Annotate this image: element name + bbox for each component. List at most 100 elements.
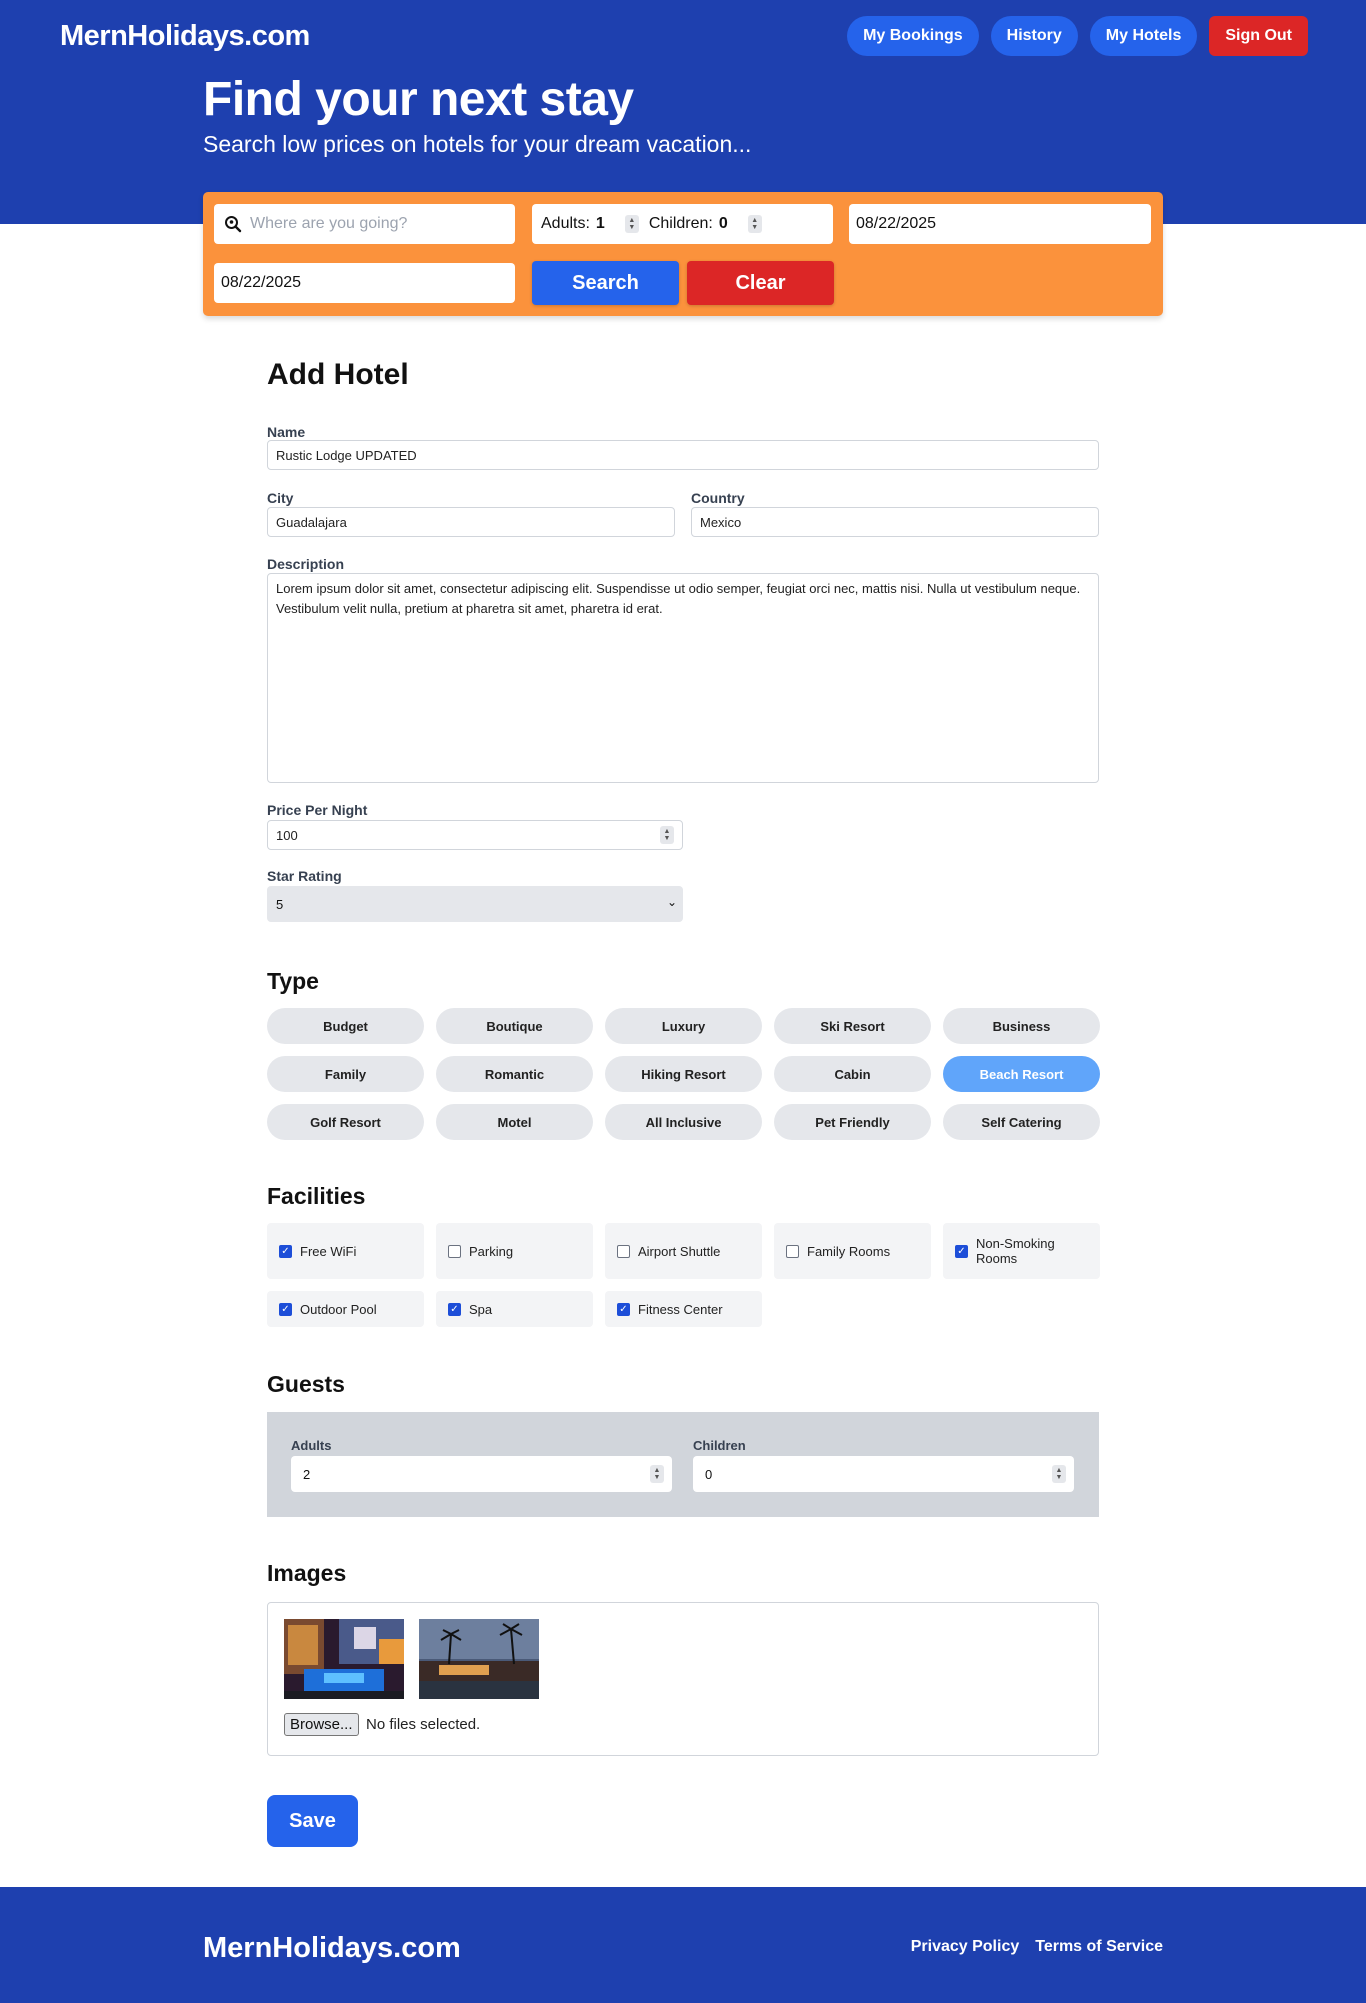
type-chip[interactable]: Self Catering [943, 1104, 1100, 1140]
type-chip[interactable]: Romantic [436, 1056, 593, 1092]
star-rating-value: 5 [276, 896, 284, 912]
facility-option[interactable]: ✓ Fitness Center [605, 1291, 762, 1327]
sign-out-button[interactable]: Sign Out [1209, 16, 1308, 56]
type-chip[interactable]: Cabin [774, 1056, 931, 1092]
clear-button[interactable]: Clear [687, 261, 834, 305]
country-input[interactable]: Mexico [691, 507, 1099, 537]
check-in-date-input[interactable]: 08/22/2025 [849, 204, 1151, 244]
adults-count[interactable]: 1 [596, 215, 605, 233]
star-rating-select[interactable]: 5 ⌄ [267, 886, 683, 922]
chevron-down-icon: ⌄ [666, 895, 677, 909]
footer-logo: MernHolidays.com [203, 1932, 461, 1964]
facility-label: Family Rooms [807, 1243, 891, 1259]
guests-adults-stepper[interactable]: ▲ ▼ [650, 1465, 664, 1483]
facility-label: Parking [469, 1243, 514, 1259]
type-chip[interactable]: Golf Resort [267, 1104, 424, 1140]
facility-label: Non-Smoking Rooms [976, 1236, 1055, 1266]
save-button[interactable]: Save [267, 1795, 358, 1847]
description-label: Description [267, 556, 345, 572]
hotel-image-pool [284, 1619, 404, 1699]
guests-children-label: Children [693, 1438, 746, 1453]
browse-button[interactable]: Browse... [284, 1713, 359, 1736]
star-rating-label: Star Rating [267, 868, 342, 884]
type-chip[interactable]: Budget [267, 1008, 424, 1044]
type-chip[interactable]: Beach Resort [943, 1056, 1100, 1092]
history-button[interactable]: History [990, 16, 1078, 56]
country-label: Country [691, 490, 745, 506]
price-label: Price Per Night [267, 802, 368, 818]
check-out-date-input[interactable]: 08/22/2025 [214, 263, 515, 303]
facility-option[interactable]: ✓ Free WiFi [267, 1223, 424, 1279]
city-input[interactable]: Guadalajara [267, 507, 675, 537]
facility-checkbox[interactable] [448, 1244, 461, 1258]
search-location-icon [225, 216, 242, 233]
destination-input[interactable] [250, 215, 500, 233]
city-label: City [267, 490, 294, 506]
facility-option[interactable]: ✓ Non-Smoking Rooms [943, 1223, 1100, 1279]
type-chip[interactable]: Luxury [605, 1008, 762, 1044]
facility-checkbox[interactable] [786, 1244, 799, 1258]
facility-label: Fitness Center [638, 1301, 723, 1317]
destination-field [214, 204, 515, 244]
type-chip[interactable]: Business [943, 1008, 1100, 1044]
hero-title: Find your next stay [203, 73, 634, 126]
facility-checkbox[interactable]: ✓ [448, 1302, 461, 1316]
facility-checkbox[interactable]: ✓ [279, 1302, 292, 1316]
guests-heading: Guests [267, 1371, 345, 1397]
facility-option[interactable]: Family Rooms [774, 1223, 931, 1279]
facility-checkbox[interactable]: ✓ [955, 1244, 968, 1258]
search-bar: Adults: 1 ▲▼ Children: 0 ▲▼ 08/22/2025 0… [203, 192, 1163, 316]
children-count[interactable]: 0 [719, 215, 728, 233]
name-label: Name [267, 424, 306, 440]
site-logo[interactable]: MernHolidays.com [60, 20, 310, 53]
facility-label: Spa [469, 1301, 493, 1317]
facility-option[interactable]: Airport Shuttle [605, 1223, 762, 1279]
facility-label: Outdoor Pool [300, 1301, 377, 1317]
facility-option[interactable]: ✓ Outdoor Pool [267, 1291, 424, 1327]
guests-adults-value: 2 [303, 1466, 311, 1482]
top-nav: My Bookings History My Hotels Sign Out [847, 16, 1308, 56]
type-chip[interactable]: All Inclusive [605, 1104, 762, 1140]
name-input[interactable]: Rustic Lodge UPDATED [267, 440, 1099, 470]
file-status-text: No files selected. [366, 1716, 481, 1733]
facility-label: Free WiFi [300, 1243, 357, 1259]
type-chip[interactable]: Boutique [436, 1008, 593, 1044]
facility-checkbox[interactable]: ✓ [279, 1244, 292, 1258]
type-heading: Type [267, 968, 319, 994]
price-value: 100 [276, 827, 298, 843]
guest-count-field: Adults: 1 ▲ ▼ Children: 0 ▲ ▼ [532, 204, 833, 244]
images-heading: Images [267, 1560, 347, 1586]
type-chip[interactable]: Hiking Resort [605, 1056, 762, 1092]
children-stepper[interactable]: ▲ ▼ [747, 215, 762, 233]
hero-banner: MernHolidays.com My Bookings History My … [0, 0, 1366, 224]
my-bookings-button[interactable]: My Bookings [847, 16, 979, 56]
terms-of-service-link[interactable]: Terms of Service [1035, 1938, 1163, 1956]
footer-links: Privacy Policy Terms of Service [911, 1938, 1163, 1956]
type-chip[interactable]: Ski Resort [774, 1008, 931, 1044]
type-chip[interactable]: Family [267, 1056, 424, 1092]
adults-stepper[interactable]: ▲ ▼ [624, 215, 639, 233]
hotel-image-resort [419, 1619, 539, 1699]
facility-checkbox[interactable] [617, 1244, 630, 1258]
facility-option[interactable]: ✓ Spa [436, 1291, 593, 1327]
price-input[interactable]: 100 ▲ ▼ [267, 820, 683, 850]
guests-adults-label: Adults [291, 1438, 332, 1453]
guests-children-input[interactable]: 0 ▲ ▼ [693, 1456, 1074, 1492]
privacy-policy-link[interactable]: Privacy Policy [911, 1938, 1020, 1956]
footer: MernHolidays.com Privacy Policy Terms of… [0, 1887, 1366, 2003]
facility-option[interactable]: Parking [436, 1223, 593, 1279]
facility-checkbox[interactable]: ✓ [617, 1302, 630, 1316]
guests-children-stepper[interactable]: ▲ ▼ [1052, 1465, 1066, 1483]
description-textarea[interactable]: Lorem ipsum dolor sit amet, consectetur … [267, 573, 1099, 783]
facilities-heading: Facilities [267, 1183, 366, 1209]
facility-label: Airport Shuttle [638, 1243, 721, 1259]
search-button[interactable]: Search [532, 261, 679, 305]
adults-label: Adults: [541, 215, 590, 232]
price-stepper[interactable]: ▲ ▼ [660, 826, 674, 844]
images-panel: Browse... No files selected. [267, 1602, 1099, 1756]
my-hotels-button[interactable]: My Hotels [1089, 16, 1198, 56]
type-chip[interactable]: Motel [436, 1104, 593, 1140]
type-chip-grid: Budget Boutique Luxury Ski Resort Business Fa… [267, 1008, 1100, 1140]
guests-adults-input[interactable]: 2 ▲ ▼ [291, 1456, 672, 1492]
type-chip[interactable]: Pet Friendly [774, 1104, 931, 1140]
